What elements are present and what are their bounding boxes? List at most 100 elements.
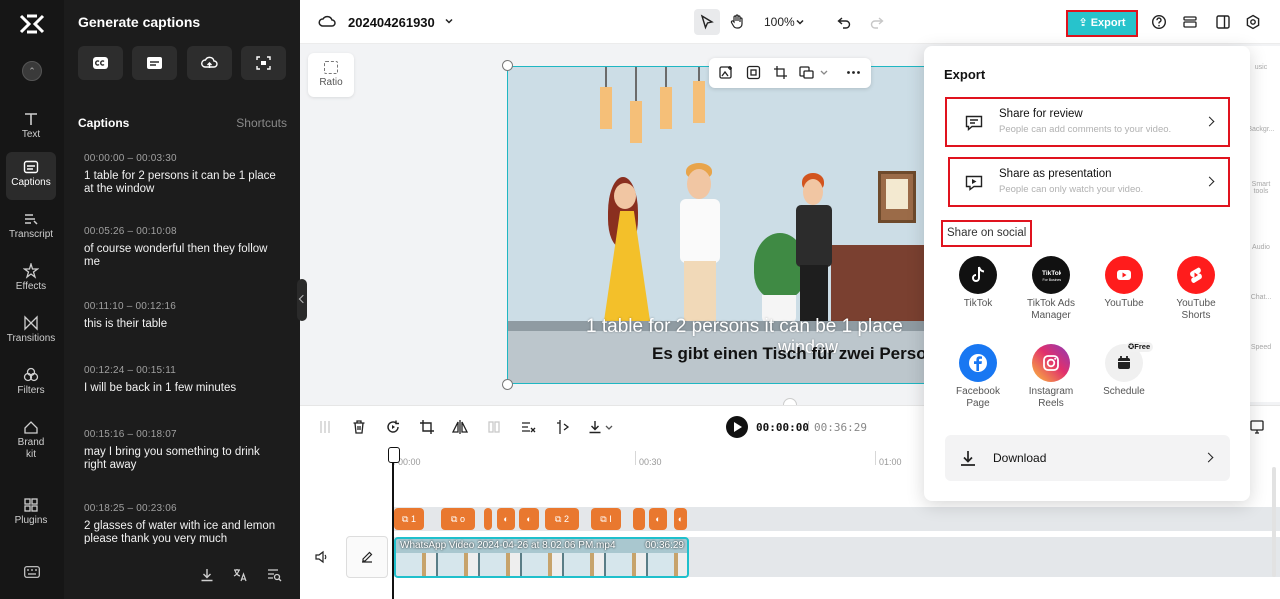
caption-item[interactable]: 00:00:00 – 00:03:30 1 table for 2 person… bbox=[84, 153, 284, 196]
share-facebook-page-button[interactable]: Facebook Page bbox=[943, 344, 1013, 410]
caption-style-button[interactable] bbox=[78, 46, 123, 80]
help-button[interactable] bbox=[1146, 9, 1172, 35]
caption-text[interactable]: this is their table bbox=[84, 318, 284, 331]
caption-clip[interactable] bbox=[633, 508, 645, 530]
mask-icon[interactable] bbox=[799, 65, 814, 80]
more-options-icon[interactable] bbox=[846, 65, 861, 80]
download-clip-icon[interactable] bbox=[587, 419, 603, 435]
share-youtube-shorts-button[interactable]: YouTube Shorts bbox=[1161, 256, 1231, 322]
translate-icon[interactable] bbox=[232, 567, 248, 583]
fit-icon[interactable] bbox=[746, 65, 761, 80]
cloud-save-icon[interactable] bbox=[318, 13, 336, 29]
nav-item-text[interactable]: Text bbox=[6, 104, 56, 152]
caption-text[interactable]: of course wonderful then they follow me bbox=[84, 243, 284, 269]
flip-icon[interactable] bbox=[452, 419, 468, 435]
caption-clip[interactable]: ◐ bbox=[649, 508, 667, 530]
delete-icon[interactable] bbox=[351, 419, 367, 435]
replace-media-icon[interactable] bbox=[719, 65, 734, 80]
nav-item-transcript[interactable]: Transcript bbox=[6, 204, 56, 252]
project-name[interactable]: 202404261930 bbox=[348, 15, 435, 30]
export-button[interactable]: ⇪ Export bbox=[1066, 10, 1138, 37]
download-button[interactable]: Download bbox=[945, 435, 1230, 481]
share-as-presentation-button[interactable]: Share as presentation People can only wa… bbox=[948, 157, 1230, 207]
caption-text[interactable]: I will be back in 1 few minutes bbox=[84, 382, 284, 395]
nav-item-brand-kit[interactable]: Brand kit bbox=[6, 412, 56, 468]
video-clip[interactable]: WhatsApp Video 2024-04-26 at 8.02.06 PM.… bbox=[394, 537, 689, 578]
caption-clip[interactable] bbox=[484, 508, 492, 530]
chevron-down-icon[interactable] bbox=[444, 16, 454, 26]
caption-item[interactable]: 00:15:16 – 00:18:07 may I bring you some… bbox=[84, 429, 284, 472]
side-item[interactable]: Backgr... bbox=[1246, 126, 1276, 133]
share-youtube-button[interactable]: YouTube bbox=[1089, 256, 1159, 310]
redo-button[interactable] bbox=[864, 9, 890, 35]
crop-icon[interactable] bbox=[773, 65, 788, 80]
nav-item-plugins[interactable]: Plugins bbox=[6, 490, 56, 538]
freeze-icon[interactable] bbox=[385, 419, 401, 435]
find-replace-icon[interactable] bbox=[266, 567, 282, 583]
nav-item-filters[interactable]: Filters bbox=[6, 360, 56, 408]
download-captions-icon[interactable] bbox=[199, 567, 215, 583]
caption-item[interactable]: 00:11:10 – 00:12:16 this is their table bbox=[84, 301, 284, 331]
download-chevron-icon[interactable] bbox=[604, 419, 614, 435]
caption-clip[interactable]: ⧉ 1 bbox=[394, 508, 424, 530]
crop-clip-icon[interactable] bbox=[419, 419, 435, 435]
capcut-logo[interactable] bbox=[18, 12, 46, 36]
caption-item[interactable]: 00:05:26 – 00:10:08 of course wonderful … bbox=[84, 226, 284, 269]
caption-item[interactable]: 00:12:24 – 00:15:11 I will be back in 1 … bbox=[84, 365, 284, 395]
play-button[interactable] bbox=[726, 416, 748, 438]
caption-clip[interactable]: ⧉ o bbox=[441, 508, 475, 530]
caption-clip[interactable]: ◐ bbox=[674, 508, 687, 530]
share-for-review-button[interactable]: Share for review People can add comments… bbox=[945, 97, 1230, 147]
undo-button[interactable] bbox=[831, 9, 857, 35]
cover-button[interactable] bbox=[346, 536, 388, 578]
caption-text[interactable]: 1 table for 2 persons it can be 1 place … bbox=[84, 170, 284, 196]
nav-item-effects[interactable]: Effects bbox=[6, 256, 56, 304]
avatar[interactable]: ⌃ bbox=[22, 61, 42, 81]
upload-captions-button[interactable] bbox=[187, 46, 232, 80]
playhead[interactable] bbox=[388, 447, 400, 599]
collapse-panel-handle[interactable] bbox=[297, 279, 307, 321]
keyboard-button[interactable] bbox=[1177, 9, 1203, 35]
ratio-button[interactable]: Ratio bbox=[308, 53, 354, 97]
keyboard-shortcuts-icon[interactable] bbox=[24, 566, 40, 578]
split-icon[interactable] bbox=[317, 419, 333, 435]
nav-item-transitions[interactable]: Transitions bbox=[6, 308, 56, 356]
scan-captions-button[interactable] bbox=[241, 46, 286, 80]
side-item[interactable]: Chat... bbox=[1246, 294, 1276, 301]
caption-text[interactable]: may I bring you something to drink right… bbox=[84, 446, 284, 472]
share-tiktok-ads-button[interactable]: TikTok For Business TikTok Ads Manager bbox=[1016, 256, 1086, 322]
select-tool-button[interactable] bbox=[694, 9, 720, 35]
caption-clip[interactable]: ◐ bbox=[497, 508, 515, 530]
nav-item-captions[interactable]: Captions bbox=[6, 152, 56, 200]
side-item[interactable]: usic bbox=[1246, 64, 1276, 71]
hand-tool-button[interactable] bbox=[724, 9, 750, 35]
side-item[interactable]: Audio bbox=[1246, 244, 1276, 251]
resize-handle-bottom-left[interactable] bbox=[502, 379, 513, 390]
caption-clip[interactable]: ◐ bbox=[519, 508, 539, 530]
subtitle-english[interactable]: 1 table for 2 persons it can be 1 place bbox=[586, 316, 926, 338]
schedule-button[interactable]: Schedule bbox=[1089, 344, 1159, 398]
speaker-icon[interactable] bbox=[314, 550, 328, 564]
caption-clip[interactable]: ⧉ I bbox=[591, 508, 621, 530]
share-tiktok-button[interactable]: TikTok bbox=[943, 256, 1013, 310]
side-item[interactable]: Smart tools bbox=[1246, 181, 1276, 195]
mask-chevron-icon[interactable] bbox=[819, 65, 829, 80]
zoom-chevron-icon[interactable] bbox=[795, 17, 805, 27]
subtitle-file-button[interactable] bbox=[132, 46, 177, 80]
resize-handle-top-left[interactable] bbox=[502, 60, 513, 71]
shortcuts-link[interactable]: Shortcuts bbox=[236, 116, 287, 130]
subtitle-german[interactable]: Es gibt einen Tisch für zwei Personen bbox=[652, 344, 926, 364]
caption-clip[interactable]: ⧉ 2 bbox=[545, 508, 579, 530]
settings-button[interactable] bbox=[1240, 9, 1266, 35]
video-preview[interactable]: 1 table for 2 persons it can be 1 place … bbox=[507, 66, 927, 384]
mirror-icon[interactable] bbox=[486, 419, 502, 435]
caption-item[interactable]: 00:18:25 – 00:23:06 2 glasses of water w… bbox=[84, 503, 284, 544]
zoom-level[interactable]: 100% bbox=[764, 15, 795, 29]
trim-icon[interactable] bbox=[554, 419, 570, 435]
layout-button[interactable] bbox=[1210, 9, 1236, 35]
side-item[interactable]: Speed bbox=[1246, 344, 1276, 351]
timeline-scrollbar[interactable] bbox=[1272, 467, 1276, 577]
monitor-icon[interactable] bbox=[1249, 419, 1265, 435]
caption-text[interactable]: 2 glasses of water with ice and lemon pl… bbox=[84, 520, 284, 544]
share-instagram-reels-button[interactable]: Instagram Reels bbox=[1016, 344, 1086, 410]
